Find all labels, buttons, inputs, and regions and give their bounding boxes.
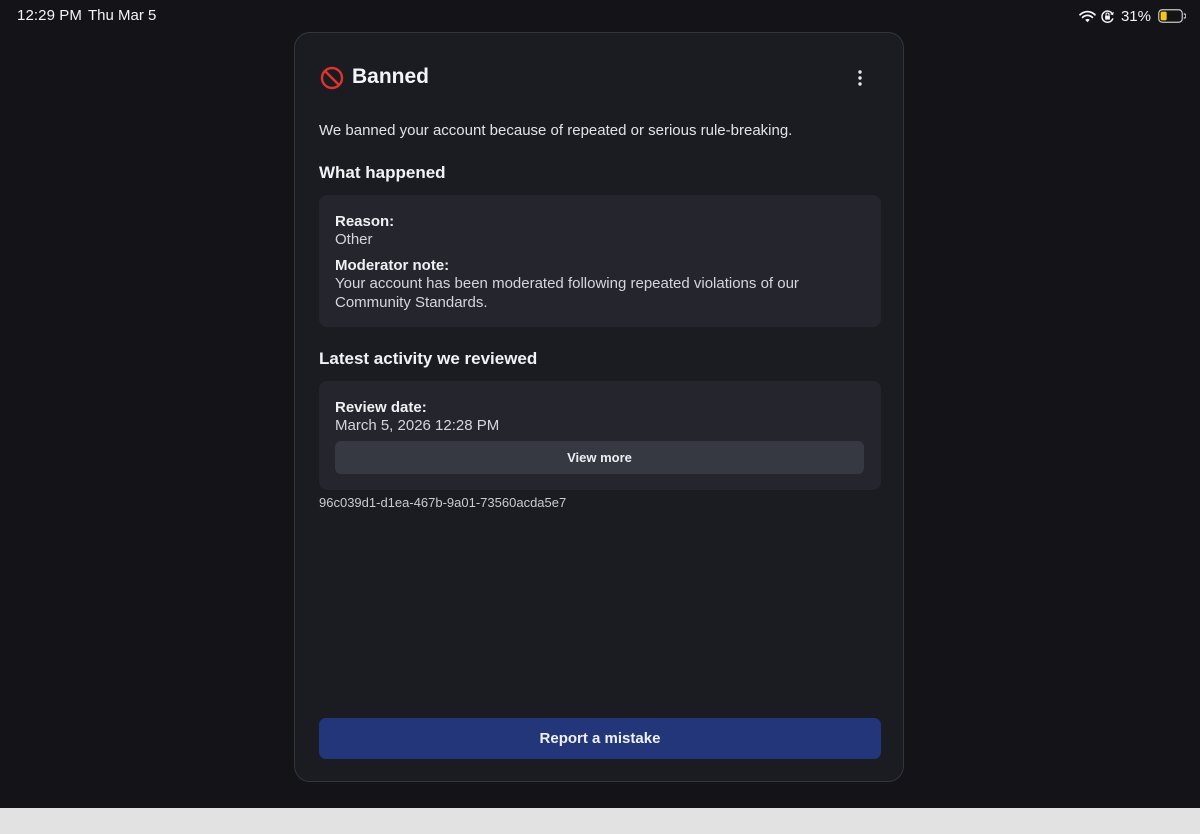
battery-percentage: 31%: [1120, 7, 1151, 25]
review-date-value: March 5, 2026 12:28 PM: [335, 417, 500, 434]
what-happened-box: Reason: Other Moderator note: Your accou…: [319, 195, 881, 327]
latest-activity-box: Review date: March 5, 2026 12:28 PM View…: [319, 381, 881, 490]
reason-label: Reason:: [335, 213, 395, 230]
view-more-button[interactable]: View more: [335, 441, 864, 474]
status-date: Thu Mar 5: [88, 7, 157, 24]
wifi-icon: [1079, 10, 1096, 23]
status-bar: 12:29 PM Thu Mar 5 31%: [0, 0, 1200, 32]
case-id: 96c039d1-d1ea-467b-9a01-73560acda5e7: [319, 495, 567, 510]
orientation-lock-icon: [1100, 9, 1115, 24]
status-indicators: 31%: [1079, 7, 1186, 25]
bottom-bar: [0, 808, 1200, 834]
reason-value: Other: [335, 231, 373, 248]
moderator-note-value: Your account has been moderated followin…: [335, 275, 799, 311]
more-vertical-icon[interactable]: [848, 66, 872, 90]
ban-description: We banned your account because of repeat…: [319, 122, 793, 139]
ban-icon: [320, 66, 344, 90]
latest-activity-heading: Latest activity we reviewed: [319, 349, 538, 368]
moderator-note-label: Moderator note:: [335, 257, 450, 274]
report-mistake-button[interactable]: Report a mistake: [319, 718, 881, 759]
page-title: Banned: [352, 65, 430, 88]
what-happened-heading: What happened: [319, 163, 446, 182]
battery-icon: [1158, 9, 1186, 23]
status-time: 12:29 PM: [17, 7, 83, 24]
review-date-label: Review date:: [335, 399, 427, 416]
ban-notice-card: Banned We banned your account because of…: [294, 32, 904, 782]
